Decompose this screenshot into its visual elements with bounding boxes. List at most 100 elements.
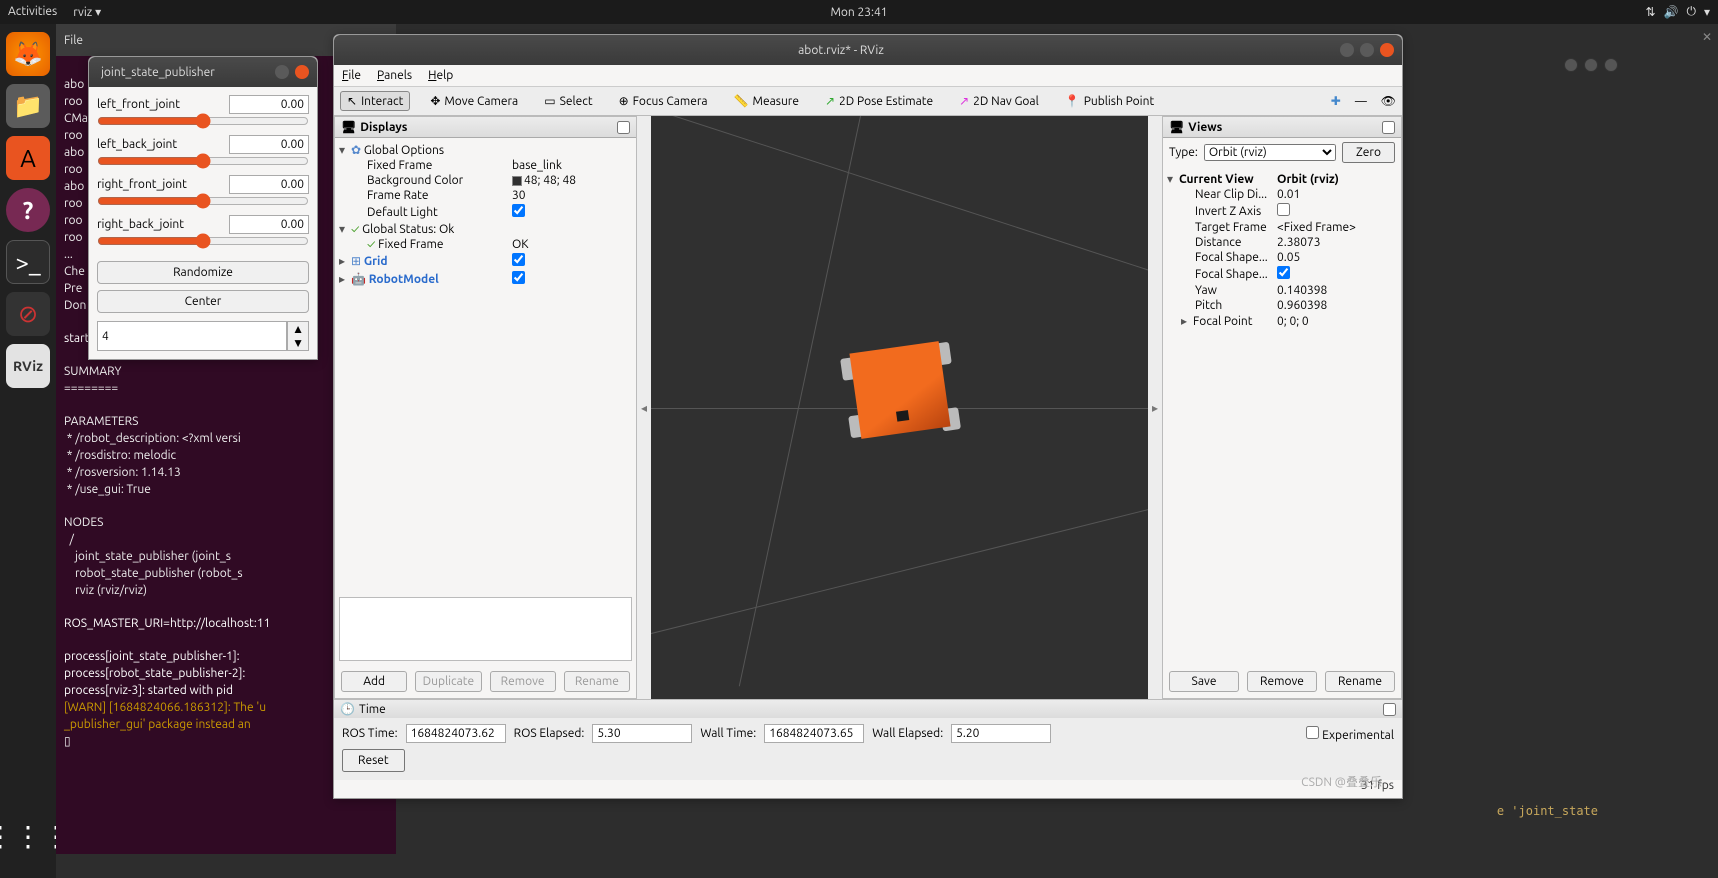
experimental-checkbox[interactable] bbox=[1306, 726, 1319, 739]
ros-elapsed-field[interactable] bbox=[592, 724, 692, 743]
joint-slider[interactable] bbox=[97, 194, 309, 208]
color-swatch-icon bbox=[512, 176, 522, 186]
displays-panel-header[interactable]: 🖥 Displays bbox=[335, 117, 636, 138]
panel-collapse-right[interactable]: ▸ bbox=[1148, 116, 1162, 699]
toolbar-eye-icon[interactable]: 👁 bbox=[1381, 94, 1396, 108]
joint-slider[interactable] bbox=[97, 154, 309, 168]
background-window-controls bbox=[1564, 58, 1618, 72]
bg-maximize-icon[interactable] bbox=[1584, 58, 1598, 72]
wall-time-field[interactable] bbox=[764, 724, 864, 743]
dock-files-icon[interactable]: 📁 bbox=[6, 84, 50, 128]
joint-value-input[interactable] bbox=[229, 95, 309, 114]
tree-expand-icon[interactable]: ▸ bbox=[1181, 314, 1193, 328]
close-icon[interactable] bbox=[295, 65, 309, 79]
focus-icon: ⊕ bbox=[619, 94, 629, 108]
jsp-titlebar[interactable]: joint_state_publisher bbox=[89, 57, 317, 87]
dock-rviz-icon[interactable]: RViz bbox=[6, 344, 50, 388]
close-icon[interactable] bbox=[1380, 43, 1394, 57]
dock-firefox-icon[interactable]: 🦊 bbox=[6, 32, 50, 76]
default-light-checkbox[interactable] bbox=[512, 204, 525, 217]
menu-file[interactable]: File bbox=[342, 69, 361, 82]
bg-close-icon[interactable] bbox=[1604, 58, 1618, 72]
type-label: Type: bbox=[1169, 146, 1198, 159]
minimize-icon[interactable] bbox=[275, 65, 289, 79]
displays-panel-toggle[interactable] bbox=[617, 121, 630, 134]
invert-z-checkbox[interactable] bbox=[1277, 203, 1290, 216]
network-icon[interactable]: ⇅ bbox=[1645, 5, 1655, 19]
joint-value-input[interactable] bbox=[229, 135, 309, 154]
ros-time-field[interactable] bbox=[406, 724, 506, 743]
duplicate-button: Duplicate bbox=[415, 671, 481, 692]
joint-slider[interactable] bbox=[97, 114, 309, 128]
activities-button[interactable]: Activities bbox=[8, 5, 57, 19]
experimental-checkbox-label[interactable]: Experimental bbox=[1306, 726, 1394, 742]
spin-down-icon[interactable]: ▼ bbox=[292, 336, 304, 350]
sound-icon[interactable]: 🔊 bbox=[1664, 5, 1679, 19]
terminal-menu-file[interactable]: File bbox=[64, 34, 83, 47]
toolbar-minus-icon[interactable]: — bbox=[1355, 95, 1367, 108]
app-menu[interactable]: rviz ▾ bbox=[73, 5, 101, 19]
maximize-icon[interactable] bbox=[1360, 43, 1374, 57]
tool-interact[interactable]: ↖Interact bbox=[340, 91, 410, 111]
minimize-icon[interactable] bbox=[1340, 43, 1354, 57]
displays-tree[interactable]: ▾✿ Global Options Fixed Framebase_link B… bbox=[335, 138, 636, 597]
ros-time-label: ROS Time: bbox=[342, 727, 398, 740]
randomize-button[interactable]: Randomize bbox=[97, 261, 309, 284]
views-panel-header[interactable]: 🖥 Views bbox=[1163, 117, 1401, 138]
wall-elapsed-field[interactable] bbox=[951, 724, 1051, 743]
select-icon: ▭ bbox=[544, 94, 555, 108]
time-panel-toggle[interactable] bbox=[1383, 703, 1396, 716]
tool-publish-point[interactable]: 📍Publish Point bbox=[1059, 92, 1160, 110]
add-button[interactable]: Add bbox=[341, 671, 407, 692]
view-save-button[interactable]: Save bbox=[1169, 671, 1239, 692]
tool-select[interactable]: ▭Select bbox=[538, 92, 598, 110]
menu-panels[interactable]: Panels bbox=[377, 69, 412, 82]
clock[interactable]: Mon 23:41 bbox=[830, 6, 887, 19]
bg-minimize-icon[interactable] bbox=[1564, 58, 1578, 72]
tool-2d-nav-goal[interactable]: ↗2D Nav Goal bbox=[953, 92, 1045, 110]
joint-value-input[interactable] bbox=[229, 175, 309, 194]
panel-collapse-left[interactable]: ◂ bbox=[637, 116, 651, 699]
power-icon[interactable]: ⏻ bbox=[1686, 5, 1696, 19]
toolbar-plus-icon[interactable]: ✚ bbox=[1331, 94, 1341, 108]
tool-measure[interactable]: 📏Measure bbox=[728, 92, 805, 110]
view-type-select[interactable]: Orbit (rviz) bbox=[1204, 144, 1336, 161]
dock-error-icon[interactable]: ⊘ bbox=[6, 292, 50, 336]
grid-icon: ⊞ bbox=[351, 254, 361, 268]
joint-label: left_back_joint bbox=[97, 138, 177, 151]
tree-collapse-icon[interactable]: ▾ bbox=[1167, 172, 1179, 186]
dock-terminal-icon[interactable]: >_ bbox=[6, 240, 50, 284]
dock-help-icon[interactable]: ? bbox=[6, 188, 50, 232]
joint-value-input[interactable] bbox=[229, 215, 309, 234]
view-remove-button[interactable]: Remove bbox=[1247, 671, 1317, 692]
tree-collapse-icon[interactable]: ▾ bbox=[339, 143, 351, 157]
tool-move-camera[interactable]: ✥Move Camera bbox=[424, 92, 524, 110]
dropdown-icon[interactable]: ▾ bbox=[1704, 5, 1710, 19]
tool-focus-camera[interactable]: ⊕Focus Camera bbox=[613, 92, 714, 110]
view-rename-button[interactable]: Rename bbox=[1325, 671, 1395, 692]
joint-slider[interactable] bbox=[97, 234, 309, 248]
dock-show-apps-icon[interactable]: ⋮⋮⋮ bbox=[6, 814, 50, 858]
focal-shape-checkbox[interactable] bbox=[1277, 266, 1290, 279]
menu-help[interactable]: Help bbox=[428, 69, 453, 82]
reset-button[interactable]: Reset bbox=[342, 749, 405, 772]
center-button[interactable]: Center bbox=[97, 290, 309, 313]
views-panel-toggle[interactable] bbox=[1382, 121, 1395, 134]
tree-expand-icon[interactable]: ▸ bbox=[339, 272, 351, 286]
time-panel-header[interactable]: 🕒 Time bbox=[334, 700, 1402, 718]
robotmodel-checkbox[interactable] bbox=[512, 271, 525, 284]
zero-button[interactable]: Zero bbox=[1342, 142, 1395, 163]
rviz-titlebar[interactable]: abot.rviz* - RViz bbox=[334, 35, 1402, 65]
dock-software-icon[interactable]: A bbox=[6, 136, 50, 180]
close-icon[interactable]: ✕ bbox=[1702, 30, 1712, 44]
views-tree[interactable]: ▾Current ViewOrbit (rviz) Near Clip Di..… bbox=[1163, 167, 1401, 665]
spin-up-icon[interactable]: ▲ bbox=[292, 322, 304, 336]
tree-expand-icon[interactable]: ▸ bbox=[339, 254, 351, 268]
jsp-spinbox[interactable] bbox=[97, 321, 287, 351]
tool-2d-pose-estimate[interactable]: ↗2D Pose Estimate bbox=[819, 92, 939, 110]
grid-checkbox[interactable] bbox=[512, 253, 525, 266]
3d-viewport[interactable] bbox=[651, 116, 1148, 699]
tree-collapse-icon[interactable]: ▾ bbox=[339, 222, 351, 236]
background-terminal-text: e 'joint_state bbox=[1497, 804, 1598, 818]
displays-icon: 🖥 bbox=[341, 120, 356, 134]
